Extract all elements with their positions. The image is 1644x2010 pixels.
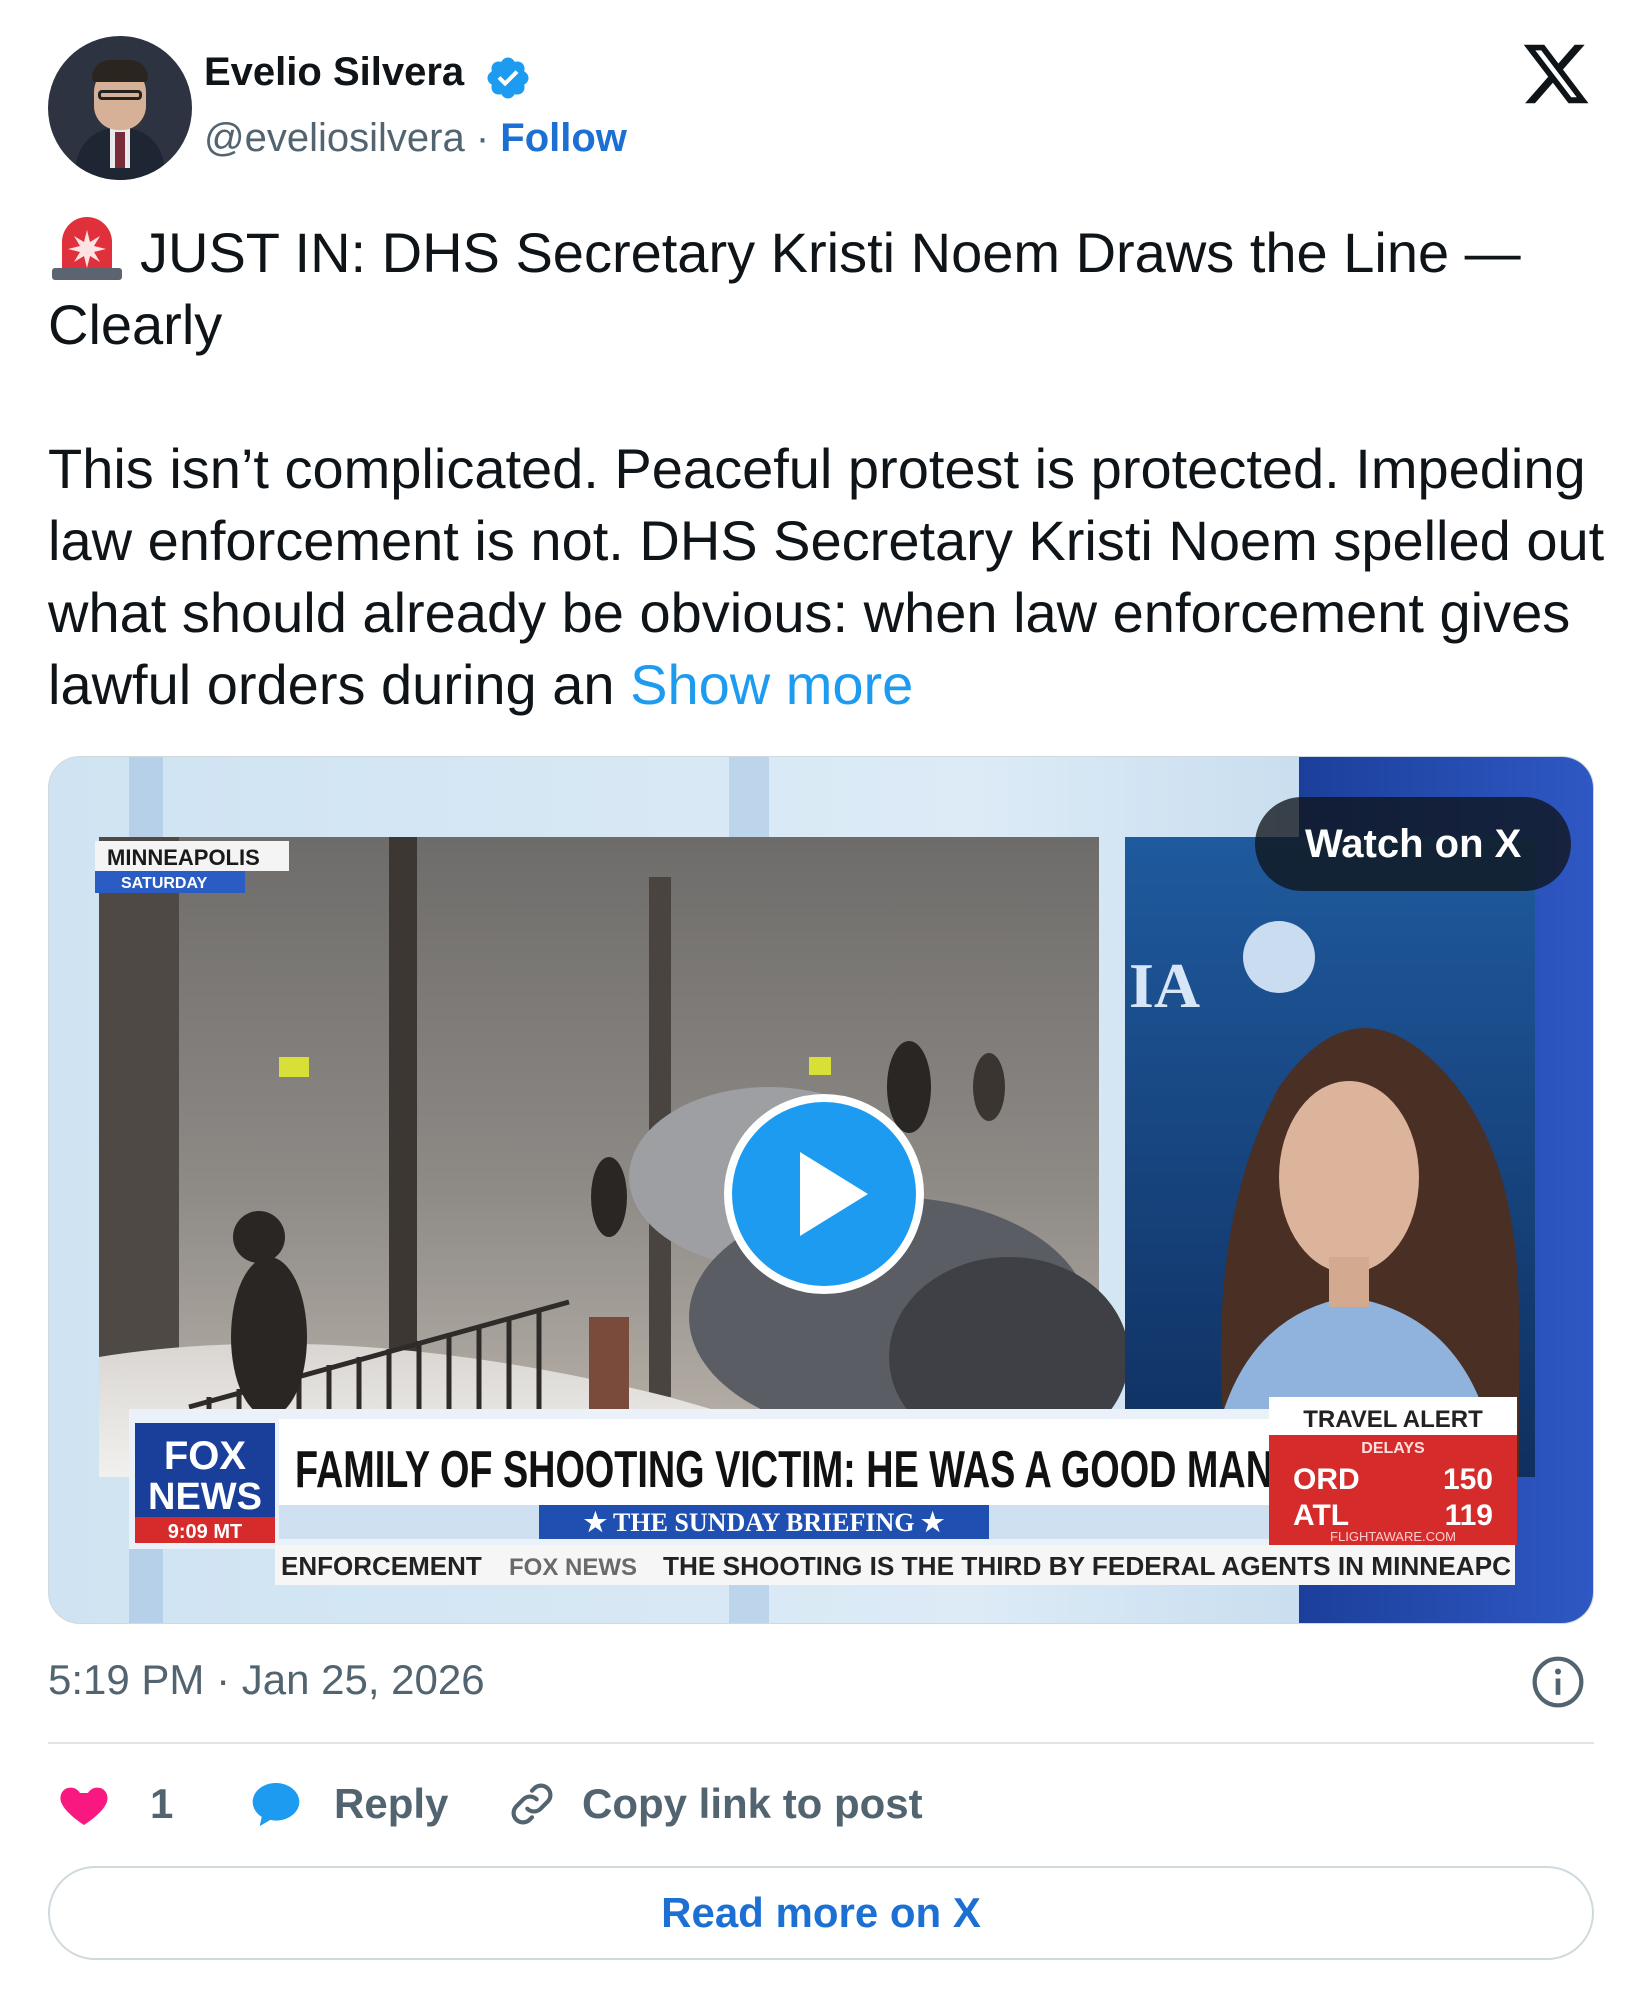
ticker-right: THE SHOOTING IS THE THIRD BY FEDERAL AGE… bbox=[663, 1551, 1511, 1581]
handle-separator: · bbox=[475, 116, 490, 160]
broadcast-clock: 9:09 MT bbox=[168, 1521, 242, 1543]
show-more-link[interactable]: Show more bbox=[630, 653, 913, 716]
day-tag: SATURDAY bbox=[121, 875, 208, 892]
link-icon bbox=[511, 1783, 553, 1825]
watch-on-x-button[interactable]: Watch on X bbox=[1255, 797, 1572, 891]
program-name: ★ THE SUNDAY BRIEFING ★ bbox=[584, 1508, 945, 1537]
post-text: JUST IN: DHS Secretary Kristi Noem Draws… bbox=[48, 212, 1608, 721]
travel-alert-sub: DELAYS bbox=[1361, 1440, 1425, 1457]
studio-wall-letters: IA bbox=[1129, 950, 1200, 1021]
post-body-paragraph: This isn’t complicated. Peaceful protest… bbox=[48, 433, 1608, 721]
post-actions: 1 Reply Copy link to post bbox=[48, 1772, 1594, 1836]
travel-value-2: 119 bbox=[1445, 1499, 1493, 1532]
embedded-post-card: Evelio Silvera @eveliosilvera · Follow J… bbox=[0, 0, 1644, 2010]
x-logo-icon[interactable] bbox=[1520, 38, 1592, 110]
ticker-left: ENFORCEMENT bbox=[281, 1551, 482, 1581]
author-avatar[interactable] bbox=[48, 36, 192, 180]
copy-link-button[interactable]: Copy link to post bbox=[504, 1772, 923, 1836]
post-timestamp[interactable]: 5:19 PM · Jan 25, 2026 bbox=[48, 1656, 485, 1704]
info-icon[interactable] bbox=[1530, 1654, 1586, 1710]
like-button[interactable]: 1 bbox=[56, 1772, 173, 1836]
play-button[interactable] bbox=[724, 1094, 924, 1294]
travel-code-1: ORD bbox=[1293, 1463, 1360, 1496]
author-handle[interactable]: @eveliosilvera bbox=[204, 116, 465, 160]
reply-label: Reply bbox=[334, 1780, 449, 1827]
travel-alert-title: TRAVEL ALERT bbox=[1303, 1406, 1483, 1433]
reply-bubble-icon bbox=[252, 1783, 300, 1827]
like-count: 1 bbox=[150, 1780, 174, 1827]
reply-button[interactable]: Reply bbox=[246, 1772, 448, 1836]
banner-headline: FAMILY OF SHOOTING VICTIM: HE WAS A GOOD… bbox=[295, 1441, 1273, 1499]
network-logo-line1: FOX bbox=[164, 1434, 247, 1478]
siren-emoji-icon bbox=[52, 217, 122, 280]
play-icon bbox=[800, 1152, 868, 1236]
post-headline: JUST IN: DHS Secretary Kristi Noem Draws… bbox=[48, 221, 1521, 356]
location-tag: MINNEAPOLIS bbox=[107, 845, 260, 870]
travel-value-1: 150 bbox=[1443, 1463, 1493, 1496]
divider bbox=[48, 1742, 1594, 1744]
travel-source: FLIGHTAWARE.COM bbox=[1330, 1529, 1456, 1544]
travel-code-2: ATL bbox=[1293, 1499, 1349, 1532]
author-handle-row: @eveliosilvera · Follow bbox=[204, 116, 627, 161]
heart-icon bbox=[60, 1787, 108, 1825]
read-more-button[interactable]: Read more on X bbox=[48, 1866, 1594, 1960]
network-logo-line2: NEWS bbox=[148, 1476, 262, 1518]
author-name[interactable]: Evelio Silvera bbox=[204, 50, 464, 95]
video-player[interactable]: MINNEAPOLIS SATURDAY IA FAMILY OF SHOOTI… bbox=[48, 756, 1594, 1624]
ticker-brand: FOX NEWS bbox=[509, 1554, 637, 1581]
follow-button[interactable]: Follow bbox=[500, 116, 627, 160]
verified-badge-icon bbox=[487, 57, 529, 99]
post-headline-line: JUST IN: DHS Secretary Kristi Noem Draws… bbox=[48, 212, 1608, 361]
copy-link-label: Copy link to post bbox=[582, 1780, 923, 1827]
